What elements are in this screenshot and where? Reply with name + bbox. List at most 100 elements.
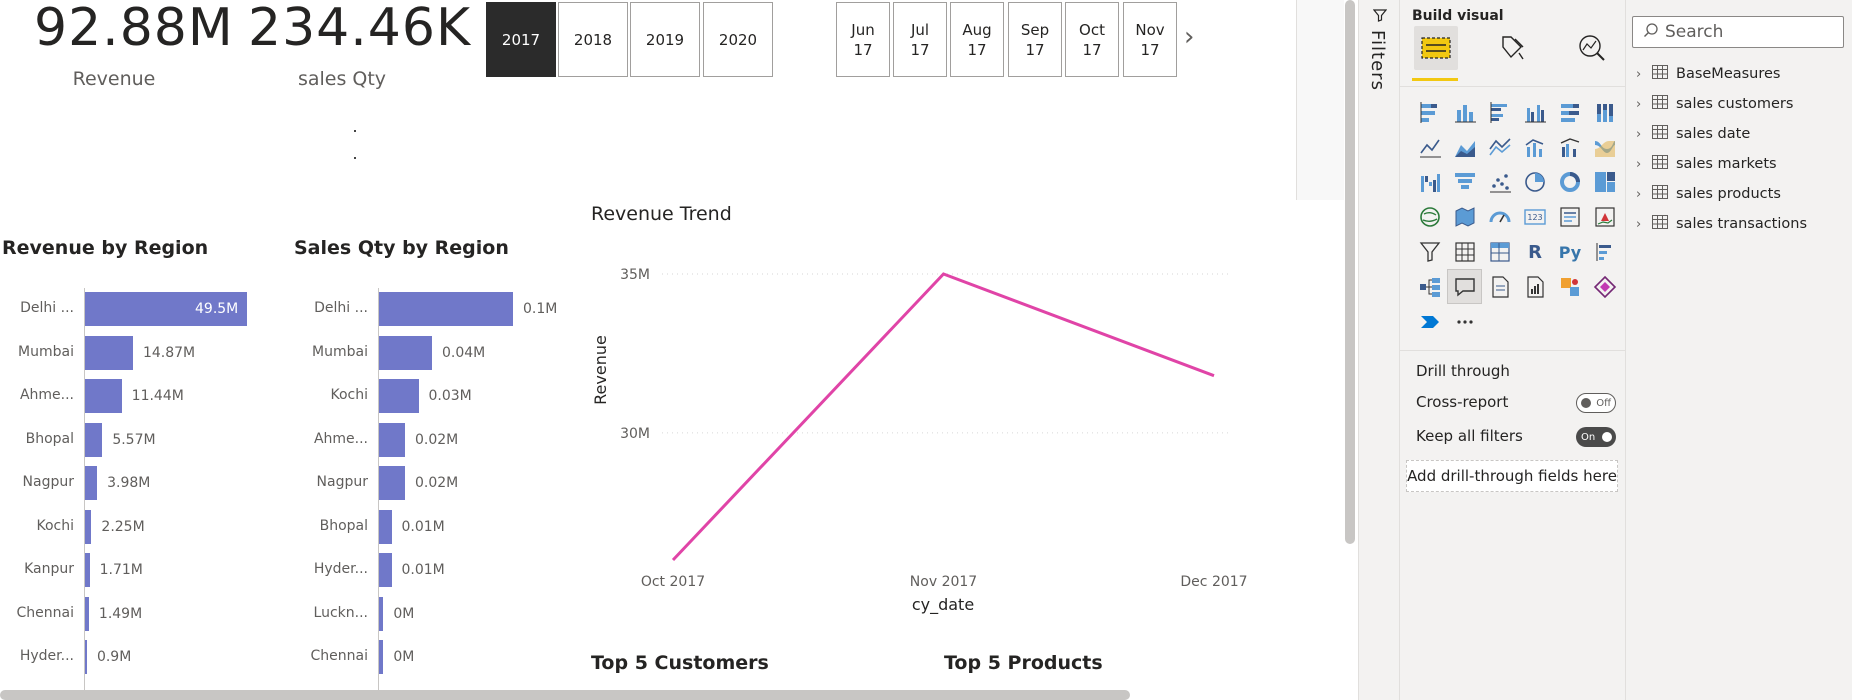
line-chart-icon[interactable] <box>1412 129 1447 164</box>
search-input[interactable]: Search <box>1632 16 1844 48</box>
bar[interactable] <box>378 422 405 457</box>
card-icon[interactable]: 123 <box>1517 199 1552 234</box>
chevron-right-icon[interactable]: › <box>1636 157 1652 172</box>
bar-value-label: 1.49M <box>98 605 143 622</box>
100-stacked-column-chart-icon[interactable] <box>1587 94 1622 129</box>
cross-report-toggle[interactable]: Off <box>1576 393 1616 413</box>
month-slicer-item[interactable]: Oct 17 <box>1065 2 1119 77</box>
chevron-right-icon[interactable]: › <box>1636 127 1652 142</box>
bar[interactable] <box>84 335 133 370</box>
keep-all-filters-toggle[interactable]: On <box>1576 427 1616 447</box>
stacked-area-chart-icon[interactable] <box>1482 129 1517 164</box>
bar-value-label: 1.71M <box>99 562 143 578</box>
bar[interactable] <box>84 509 92 544</box>
month-slicer-item[interactable]: Jul 17 <box>893 2 947 77</box>
kpi-icon[interactable] <box>1587 199 1622 234</box>
build-visual-title: Build visual <box>1412 8 1504 24</box>
ribbon-chart-icon[interactable] <box>1587 129 1622 164</box>
bar-category-label: Kanpur <box>24 561 74 577</box>
format-visual-icon[interactable] <box>1490 26 1534 70</box>
map-icon[interactable] <box>1412 199 1447 234</box>
python-visual-icon[interactable]: Py <box>1552 234 1587 269</box>
bar[interactable] <box>378 466 405 500</box>
bar[interactable] <box>84 466 98 500</box>
analytics-icon[interactable] <box>1570 26 1614 70</box>
bar[interactable] <box>378 553 392 587</box>
filters-rail[interactable]: Filters <box>1358 0 1400 700</box>
table-item[interactable]: › BaseMeasures <box>1636 62 1781 86</box>
treemap-icon[interactable] <box>1587 164 1622 199</box>
clustered-bar-chart-icon[interactable] <box>1482 94 1517 129</box>
table-icon <box>1652 125 1668 143</box>
line-and-clustered-column-icon[interactable] <box>1552 129 1587 164</box>
chevron-right-icon[interactable]: › <box>1184 22 1194 52</box>
bar[interactable] <box>84 379 122 413</box>
bar[interactable] <box>378 379 419 413</box>
r-script-visual-icon-glyph: R <box>1528 242 1542 263</box>
line-and-stacked-column-icon[interactable] <box>1517 129 1552 164</box>
stacked-bar-chart-icon[interactable] <box>1412 94 1447 129</box>
100-stacked-bar-chart-icon[interactable] <box>1552 94 1587 129</box>
table-item[interactable]: › sales customers <box>1636 92 1793 116</box>
month-slicer-item[interactable]: Sep 17 <box>1008 2 1062 77</box>
key-influencers-icon[interactable] <box>1587 234 1622 269</box>
bar[interactable] <box>84 422 103 457</box>
filled-map-icon[interactable] <box>1447 199 1482 234</box>
paginated-report-icon[interactable] <box>1482 269 1517 304</box>
keep-all-filters-label: Keep all filters <box>1416 427 1523 445</box>
multi-row-card-icon[interactable] <box>1552 199 1587 234</box>
more-visuals-icon[interactable] <box>1412 304 1447 339</box>
horizontal-scrollbar[interactable] <box>0 690 1130 700</box>
vertical-scrollbar[interactable] <box>1345 0 1355 544</box>
gauge-icon[interactable] <box>1482 199 1517 234</box>
donut-chart-icon[interactable] <box>1552 164 1587 199</box>
matrix-icon[interactable] <box>1482 234 1517 269</box>
table-item[interactable]: › sales transactions <box>1636 212 1807 236</box>
table-item[interactable]: › sales date <box>1636 122 1750 146</box>
sales-qty-by-region-title: Sales Qty by Region <box>294 237 509 259</box>
100-stacked-bar-chart-icon-glyph <box>1560 103 1579 122</box>
chevron-right-icon[interactable]: › <box>1636 97 1652 112</box>
get-more-visuals-icon[interactable] <box>1447 304 1482 339</box>
area-chart-icon[interactable] <box>1447 129 1482 164</box>
clustered-column-chart-icon[interactable] <box>1517 94 1552 129</box>
pie-chart-icon[interactable] <box>1517 164 1552 199</box>
qa-visual-icon[interactable] <box>1517 269 1552 304</box>
chevron-right-icon[interactable]: › <box>1636 67 1652 82</box>
multi-row-card-icon-glyph <box>1559 206 1580 227</box>
year-slicer-item[interactable]: 2019 <box>630 2 700 77</box>
table-icon[interactable] <box>1447 234 1482 269</box>
decomposition-tree-icon[interactable] <box>1412 269 1447 304</box>
waterfall-chart-icon[interactable] <box>1412 164 1447 199</box>
table-item[interactable]: › sales products <box>1636 182 1781 206</box>
placeholder-dot <box>354 130 356 132</box>
slicer-icon[interactable] <box>1412 234 1447 269</box>
revenue-series-line[interactable] <box>671 272 1215 562</box>
stacked-column-chart-icon[interactable] <box>1447 94 1482 129</box>
drill-through-drop-zone[interactable]: Add drill-through fields here <box>1406 460 1618 492</box>
y-axis-title: Revenue <box>591 335 610 405</box>
year-slicer-item[interactable]: 2020 <box>703 2 773 77</box>
chevron-right-icon[interactable]: › <box>1636 187 1652 202</box>
bar[interactable] <box>378 335 432 370</box>
power-apps-icon[interactable] <box>1552 269 1587 304</box>
r-script-visual-icon[interactable]: R <box>1517 234 1552 269</box>
power-automate-icon[interactable] <box>1587 269 1622 304</box>
year-slicer-item[interactable]: 2018 <box>558 2 628 77</box>
table-item[interactable]: › sales markets <box>1636 152 1777 176</box>
revenue-trend-chart[interactable]: 35M 30M Oct 2017 Nov 2017 Dec 2017 cy_date Rev… <box>580 240 1270 635</box>
year-slicer-item[interactable]: 2017 <box>486 2 556 77</box>
month-slicer-item[interactable]: Jun 17 <box>836 2 890 77</box>
bar[interactable] <box>378 509 392 544</box>
build-visual-icon[interactable] <box>1414 26 1458 70</box>
paginated-report-icon-glyph <box>1491 275 1509 298</box>
canvas-side-strip <box>1296 0 1344 200</box>
bar[interactable] <box>378 292 513 326</box>
chevron-right-icon[interactable]: › <box>1636 217 1652 232</box>
funnel-chart-icon[interactable] <box>1447 164 1482 199</box>
scatter-chart-icon[interactable] <box>1482 164 1517 199</box>
smart-narrative-icon[interactable] <box>1447 269 1482 304</box>
month-slicer-item[interactable]: Aug 17 <box>950 2 1004 77</box>
sales-qty-kpi-value: 234.46K <box>248 0 472 58</box>
month-slicer-item[interactable]: Nov 17 <box>1123 2 1177 77</box>
